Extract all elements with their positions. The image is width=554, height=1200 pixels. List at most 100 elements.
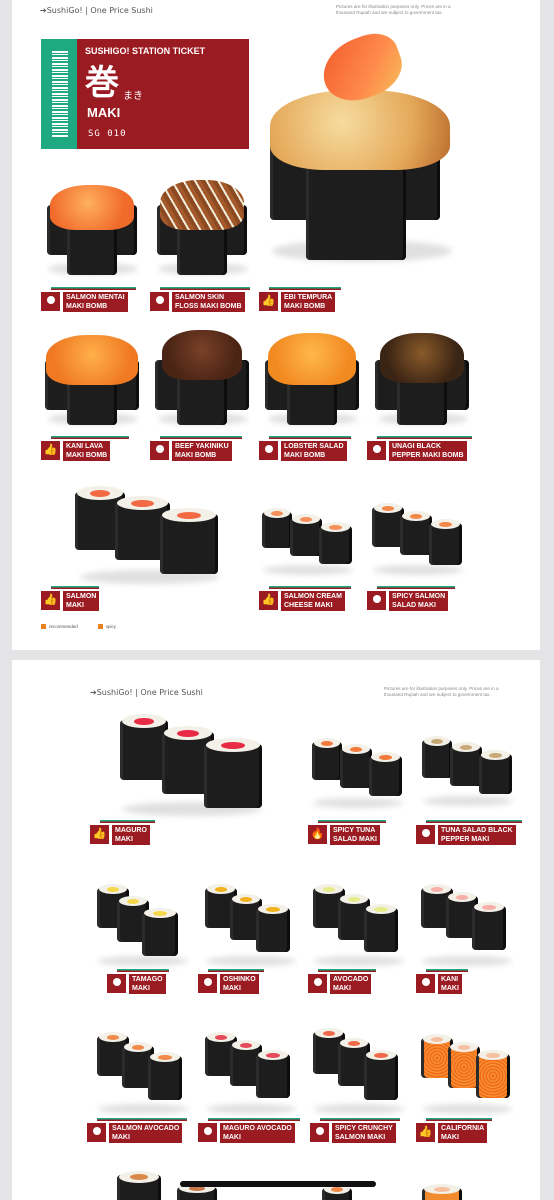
item-name-line1: MAGURO — [115, 827, 147, 834]
item-name-line1: SALMON MENTAI — [66, 294, 125, 301]
item-name-line2: MAKI — [441, 1134, 459, 1141]
ticket-kana: まき — [123, 91, 143, 102]
item-name-line1: TUNA SALAD BLACK — [441, 827, 513, 834]
item-name-line1: KANI — [441, 976, 459, 983]
kani-lava-maki-bomb-image — [42, 325, 142, 435]
avocado-maki-image — [308, 880, 408, 970]
station-ticket: SUSHIGO! STATION TICKET 巻 まき MAKI SG 010 — [41, 39, 253, 149]
menu-item-label[interactable]: AVOCADO MAKI — [308, 969, 376, 994]
item-name-line1: CALIFORNIA — [441, 1125, 485, 1132]
menu-item-label[interactable]: 🔥 SPICY TUNA SALAD MAKI — [308, 820, 386, 845]
dot-icon — [367, 591, 386, 610]
dot-icon — [416, 974, 435, 993]
menu-item-label[interactable]: TAMAGO MAKI — [107, 969, 169, 994]
dot-icon — [310, 1123, 329, 1142]
item-name-line2: MAKI BOMB — [175, 452, 217, 459]
item-name-line1: SALMON SKIN — [175, 294, 224, 301]
maguro-avocado-maki-image — [200, 1028, 300, 1118]
spicy-salmon-salad-maki-image — [367, 495, 467, 580]
item-name-line2: SALAD MAKI — [392, 602, 436, 609]
unagi-black-pepper-maki-bomb-image — [372, 325, 472, 435]
thumbs-up-icon: 👍 — [259, 591, 278, 610]
salmon-maki-image — [70, 480, 230, 590]
dot-icon — [416, 825, 435, 844]
item-name-line1: SALMON AVOCADO — [112, 1125, 180, 1132]
menu-item-label[interactable]: SPICY CRUNCHY SALMON MAKI — [310, 1118, 400, 1143]
thumbs-up-icon: 👍 — [90, 825, 109, 844]
item-name-line2: SALMON MAKI — [335, 1134, 386, 1141]
menu-item-label[interactable]: 👍 KANI LAVA MAKI BOMB — [41, 436, 129, 461]
tuna-salad-black-pepper-maki-image — [417, 730, 517, 812]
menu-item-label[interactable]: OSHINKO MAKI — [198, 969, 264, 994]
dot-icon — [308, 974, 327, 993]
item-name-line1: SPICY SALMON — [392, 593, 446, 600]
dot-icon — [41, 292, 60, 311]
legend-spicy: spicy — [97, 624, 116, 630]
item-name-line1: SALMON — [66, 593, 97, 600]
item-name-line1: KANI LAVA — [66, 443, 104, 450]
menu-item-label[interactable]: 👍 SALMON CREAM CHEESE MAKI — [259, 586, 351, 611]
menu-item-label[interactable]: SPICY SALMON SALAD MAKI — [367, 586, 455, 611]
item-name-line2: CHEESE MAKI — [284, 602, 333, 609]
ebi-tempura-maki-bomb-image — [262, 26, 462, 270]
item-name-line2: MAKI BOMB — [284, 303, 326, 310]
menu-item-label[interactable]: 👍 EBI TEMPURA MAKI BOMB — [259, 287, 341, 312]
flame-icon — [97, 624, 103, 630]
disclaimer: Pictures are for illustration purposes o… — [384, 686, 499, 697]
menu-item-label[interactable]: 👍 SALMON MAKI — [41, 586, 100, 611]
spicy-tuna-salad-maki-image — [307, 732, 407, 812]
menu-item-label[interactable]: LOBSTER SALAD MAKI BOMB — [259, 436, 351, 461]
item-name-line1: UNAGI BLACK — [392, 443, 441, 450]
barcode-icon — [52, 51, 68, 137]
item-name-line2: MAKI BOMB — [66, 303, 108, 310]
thumbs-up-icon: 👍 — [416, 1123, 435, 1142]
salmon-avocado-maki-image — [92, 1028, 192, 1118]
dot-icon — [198, 1123, 217, 1142]
item-name-line2: MAKI — [132, 985, 150, 992]
home-indicator[interactable] — [180, 1181, 376, 1187]
item-name-line1: BEEF YAKINIKU — [175, 443, 229, 450]
item-name-line1: SALMON CREAM — [284, 593, 342, 600]
menu-item-label[interactable]: TUNA SALAD BLACK PEPPER MAKI — [416, 820, 522, 845]
tamago-maki-image — [92, 880, 192, 970]
menu-item-label[interactable]: BEEF YAKINIKU MAKI BOMB — [150, 436, 242, 461]
ticket-stub — [41, 39, 77, 149]
legend: recommended spicy — [41, 624, 116, 630]
dot-icon — [367, 441, 386, 460]
menu-item-label[interactable]: MAGURO AVOCADO MAKI — [198, 1118, 300, 1143]
dot-icon — [198, 974, 217, 993]
menu-item-label[interactable]: SALMON SKIN FLOSS MAKI BOMB — [150, 287, 250, 312]
brand-header: ➔SushiGo! | One Price Sushi — [90, 688, 203, 697]
menu-item-label[interactable]: UNAGI BLACK PEPPER MAKI BOMB — [367, 436, 472, 461]
item-name-line1: TAMAGO — [132, 976, 163, 983]
item-name-line2: MAKI — [223, 985, 241, 992]
menu-item-label[interactable]: SALMON MENTAI MAKI BOMB — [41, 287, 136, 312]
salmon-skin-floss-maki-bomb-image — [152, 175, 252, 285]
menu-page-1: ➔SushiGo! | One Price Sushi Pictures are… — [12, 0, 540, 650]
dot-icon — [150, 292, 169, 311]
item-name-line2: MAKI — [223, 1134, 241, 1141]
dot-icon — [150, 441, 169, 460]
dot-icon — [259, 441, 278, 460]
item-name-line2: MAKI — [441, 985, 459, 992]
menu-item-label[interactable]: KANI MAKI — [416, 969, 468, 994]
ticket-title: SUSHIGO! STATION TICKET — [85, 46, 206, 56]
thumbs-up-icon: 👍 — [259, 292, 278, 311]
menu-item-label[interactable]: 👍 MAGURO MAKI — [90, 820, 155, 845]
item-name-line2: MAKI BOMB — [66, 452, 108, 459]
salmon-cream-cheese-maki-image — [257, 500, 357, 580]
dot-icon — [107, 974, 126, 993]
beef-yakiniku-maki-bomb-image — [152, 325, 252, 435]
kani-maki-image — [416, 880, 516, 970]
menu-page-2: ➔SushiGo! | One Price Sushi Pictures are… — [12, 660, 540, 1200]
thumbs-up-icon: 👍 — [41, 441, 60, 460]
item-name-line2: PEPPER MAKI — [441, 836, 490, 843]
menu-item-label[interactable]: 👍 CALIFORNIA MAKI — [416, 1118, 492, 1143]
item-name-line2: MAKI BOMB — [284, 452, 326, 459]
item-name-line1: OSHINKO — [223, 976, 256, 983]
spicy-crunchy-salmon-maki-image — [308, 1024, 408, 1118]
disclaimer: Pictures are for illustration purposes o… — [336, 4, 451, 15]
menu-item-label[interactable]: SALMON AVOCADO MAKI — [87, 1118, 187, 1143]
salmon-mentai-maki-bomb-image — [42, 175, 142, 285]
item-name-line2: MAKI — [66, 602, 84, 609]
